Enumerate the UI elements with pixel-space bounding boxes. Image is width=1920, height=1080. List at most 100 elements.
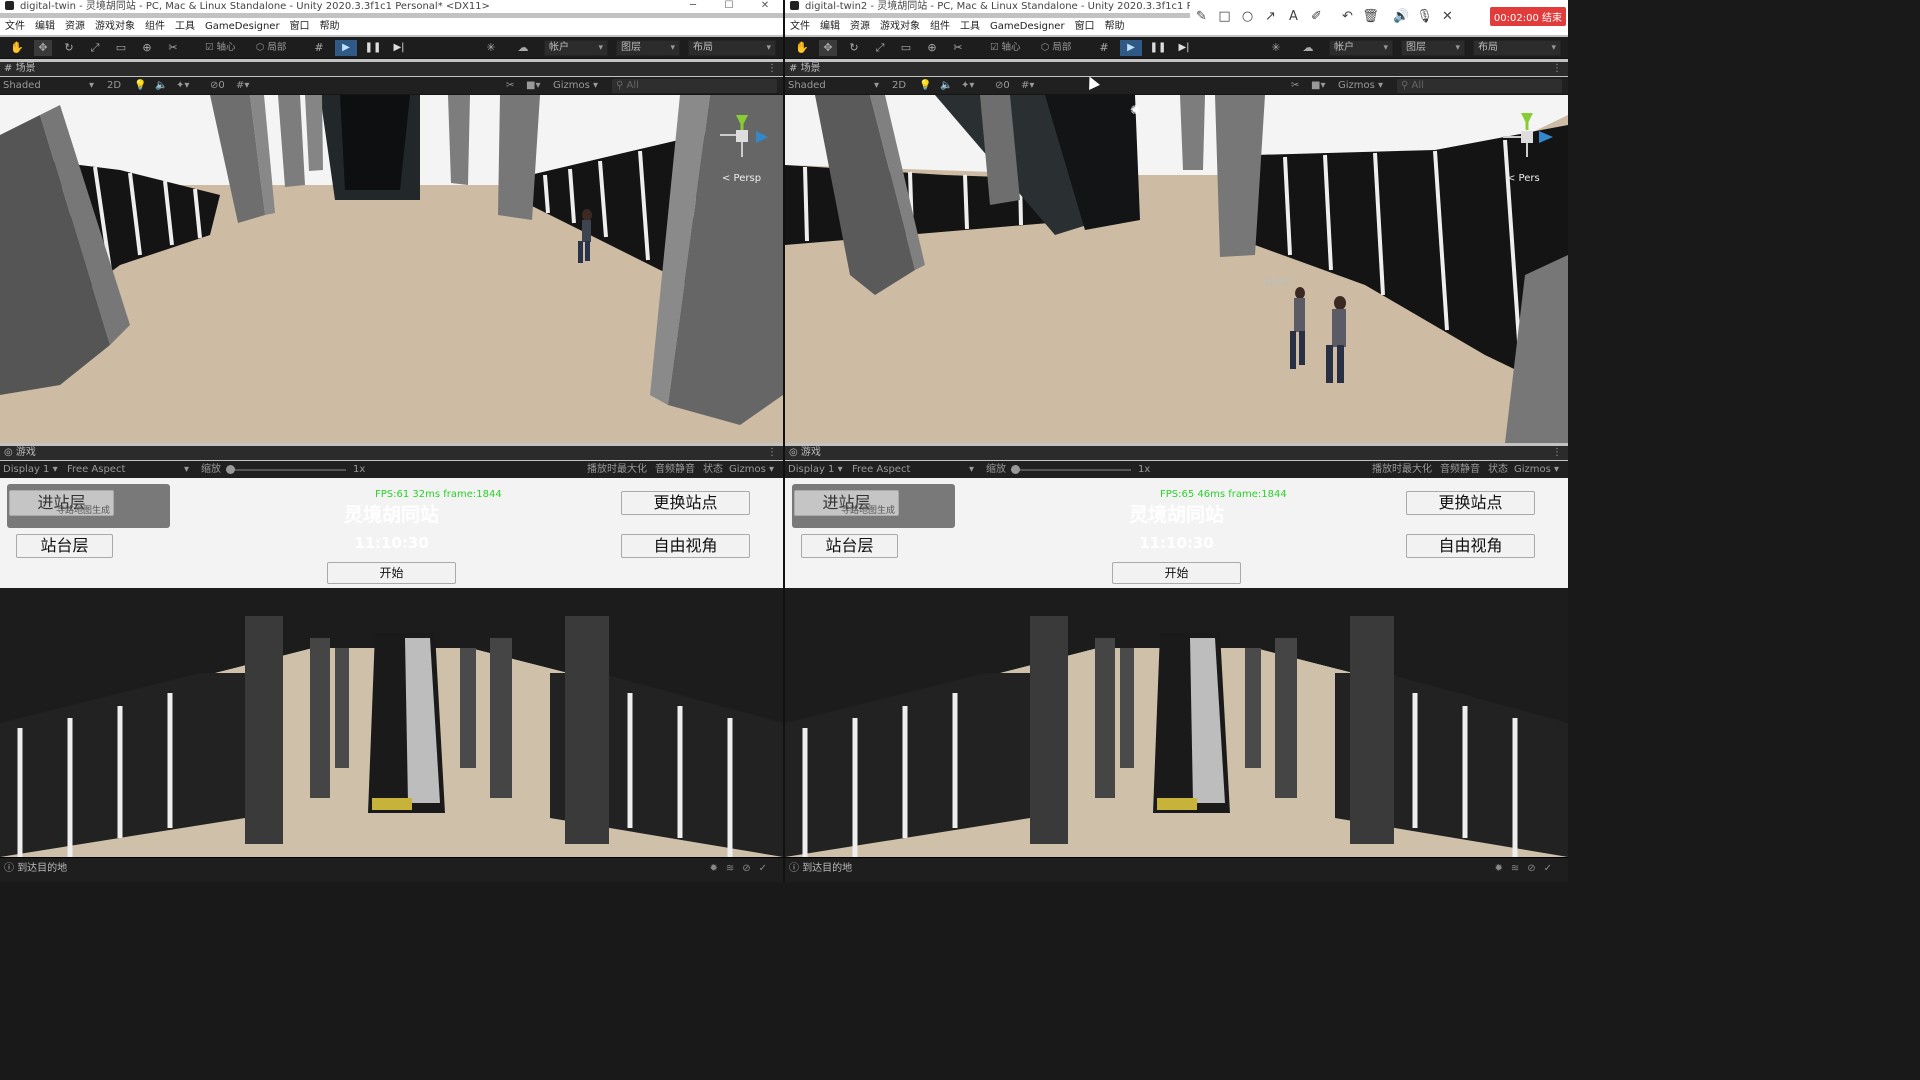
collab-icon[interactable]: ✳ <box>1267 40 1285 56</box>
bug-icon[interactable]: ✹ <box>709 863 725 874</box>
move-tool-icon[interactable]: ✥ <box>819 40 837 56</box>
effects-icon[interactable]: ✦▾ <box>961 77 974 95</box>
text-icon[interactable]: A <box>1282 9 1305 24</box>
rotate-tool-icon[interactable]: ↻ <box>60 40 78 56</box>
maximize-icon[interactable]: ☐ <box>711 0 747 13</box>
game-tab[interactable]: ◎ 游戏 <box>789 447 821 458</box>
projection-label[interactable]: < Pers <box>1507 173 1540 184</box>
tools-icon[interactable]: ✂ <box>506 77 514 95</box>
cloud-icon[interactable]: ☁ <box>1299 40 1317 56</box>
scale-tool-icon[interactable]: ⤢ <box>86 40 104 56</box>
check-icon[interactable]: ✓ <box>1544 863 1560 874</box>
change-station-button[interactable]: 更换站点 <box>1406 491 1535 515</box>
scene-view[interactable]: < Persp <box>0 95 783 443</box>
transform-tool-icon[interactable]: ⊕ <box>923 40 941 56</box>
minimize-icon[interactable]: ─ <box>675 0 711 13</box>
cloud-icon[interactable]: ☁ <box>514 40 532 56</box>
local-toggle[interactable]: ⬡ 局部 <box>1041 40 1071 56</box>
start-button[interactable]: 开始 <box>1112 562 1241 584</box>
check-icon[interactable]: ✓ <box>759 863 775 874</box>
menu-component[interactable]: 组件 <box>145 21 165 32</box>
aspect-dropdown[interactable]: Free Aspect ▾ <box>852 461 978 479</box>
mute-audio-toggle[interactable]: 音频静音 <box>655 461 695 479</box>
more-icon[interactable]: ⋮ <box>767 62 777 76</box>
grid-icon[interactable]: #▾ <box>1021 77 1034 95</box>
layout-dropdown[interactable]: 布局 <box>688 40 776 56</box>
menu-help[interactable]: 帮助 <box>320 21 340 32</box>
hand-tool-icon[interactable]: ✋ <box>8 40 26 56</box>
bug-icon[interactable]: ✹ <box>1494 863 1510 874</box>
microphone-icon[interactable]: 🎙 <box>1413 9 1436 24</box>
game-gizmos-dropdown[interactable]: Gizmos ▾ <box>1514 461 1559 479</box>
tools-icon[interactable]: ✂ <box>1291 77 1299 95</box>
scene-view[interactable]: 静态的 < Pers ✺ <box>785 95 1568 443</box>
lighting-icon[interactable]: 💡 <box>919 77 931 95</box>
pencil-icon[interactable]: ✎ <box>1190 9 1213 24</box>
shading-dropdown[interactable]: Shaded ▾ <box>3 77 95 95</box>
menu-assets[interactable]: 资源 <box>65 21 85 32</box>
arrow-icon[interactable]: ↗ <box>1259 9 1282 24</box>
menu-assets[interactable]: 资源 <box>850 21 870 32</box>
transform-tool-icon[interactable]: ⊕ <box>138 40 156 56</box>
speaker-icon[interactable]: 🔊 <box>1390 9 1413 24</box>
gizmos-dropdown[interactable]: Gizmos ▾ <box>553 77 598 95</box>
rotate-tool-icon[interactable]: ↻ <box>845 40 863 56</box>
rect-tool-icon[interactable]: ▭ <box>112 40 130 56</box>
delete-icon[interactable]: 🗑 <box>1359 9 1382 24</box>
scene-tab[interactable]: # 场景 <box>789 63 821 74</box>
menu-gamedesigner[interactable]: GameDesigner <box>205 21 280 32</box>
grid-snap-icon[interactable]: # <box>310 40 328 56</box>
menu-gamedesigner[interactable]: GameDesigner <box>990 21 1065 32</box>
menu-gameobject[interactable]: 游戏对象 <box>880 21 920 32</box>
free-view-button[interactable]: 自由视角 <box>1406 534 1535 558</box>
audio-icon[interactable]: 🔈 <box>155 77 167 95</box>
pause-button[interactable]: ❚❚ <box>362 40 384 56</box>
game-gizmos-dropdown[interactable]: Gizmos ▾ <box>729 461 774 479</box>
maximize-on-play-toggle[interactable]: 播放时最大化 <box>587 461 647 479</box>
lighting-icon[interactable]: 💡 <box>134 77 146 95</box>
grid-icon[interactable]: #▾ <box>236 77 249 95</box>
effects-icon[interactable]: ✦▾ <box>176 77 189 95</box>
game-tab[interactable]: ◎ 游戏 <box>4 447 36 458</box>
scale-slider[interactable] <box>1011 465 1131 474</box>
mute-audio-toggle[interactable]: 音频静音 <box>1440 461 1480 479</box>
no-entry-icon[interactable]: ⊘ <box>742 863 758 874</box>
maximize-on-play-toggle[interactable]: 播放时最大化 <box>1372 461 1432 479</box>
stats-toggle[interactable]: 状态 <box>703 461 723 479</box>
hand-tool-icon[interactable]: ✋ <box>793 40 811 56</box>
play-button[interactable]: ▶ <box>335 40 357 56</box>
move-tool-icon[interactable]: ✥ <box>34 40 52 56</box>
mode-2d-toggle[interactable]: 2D <box>107 77 121 95</box>
more-icon[interactable]: ⋮ <box>1552 62 1562 76</box>
menu-window[interactable]: 窗口 <box>290 21 310 32</box>
more-icon[interactable]: ⋮ <box>1552 446 1562 460</box>
menu-tools[interactable]: 工具 <box>960 21 980 32</box>
layout-dropdown[interactable]: 布局 <box>1473 40 1561 56</box>
start-button[interactable]: 开始 <box>327 562 456 584</box>
account-dropdown[interactable]: 帐户 <box>544 40 608 56</box>
pause-button[interactable]: ❚❚ <box>1147 40 1169 56</box>
layers-icon[interactable]: ≋ <box>726 863 742 874</box>
close-icon[interactable]: ✕ <box>1436 9 1459 24</box>
step-button[interactable]: ▶| <box>388 40 410 56</box>
game-view[interactable]: 进站层 寻路地图生成 站台层 FPS:65 46ms frame:1844 灵境… <box>785 478 1568 857</box>
projection-label[interactable]: < Persp <box>722 173 761 184</box>
play-button[interactable]: ▶ <box>1120 40 1142 56</box>
menu-file[interactable]: 文件 <box>5 21 25 32</box>
layers-icon[interactable]: ≋ <box>1511 863 1527 874</box>
menu-gameobject[interactable]: 游戏对象 <box>95 21 135 32</box>
close-icon[interactable]: ✕ <box>747 0 783 13</box>
change-station-button[interactable]: 更换站点 <box>621 491 750 515</box>
camera-icon[interactable]: ■▾ <box>526 77 540 95</box>
status-message[interactable]: 到达目的地 <box>17 863 67 874</box>
gizmos-dropdown[interactable]: Gizmos ▾ <box>1338 77 1383 95</box>
shading-dropdown[interactable]: Shaded ▾ <box>788 77 880 95</box>
hidden-objects-icon[interactable]: ⊘0 <box>210 77 225 95</box>
audio-icon[interactable]: 🔈 <box>940 77 952 95</box>
scene-search-input[interactable]: ⚲ All <box>612 79 777 93</box>
no-entry-icon[interactable]: ⊘ <box>1527 863 1543 874</box>
camera-icon[interactable]: ■▾ <box>1311 77 1325 95</box>
account-dropdown[interactable]: 帐户 <box>1329 40 1393 56</box>
rect-tool-icon[interactable]: ▭ <box>897 40 915 56</box>
undo-icon[interactable]: ↶ <box>1336 9 1359 24</box>
